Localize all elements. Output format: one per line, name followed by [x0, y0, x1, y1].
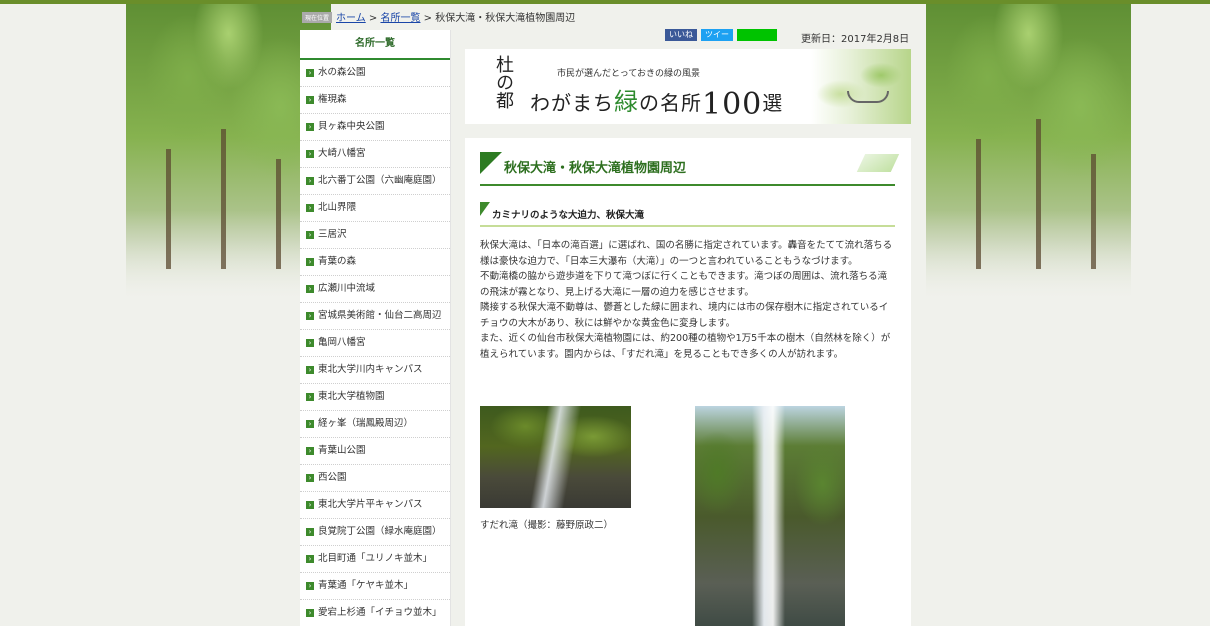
- arrow-bullet-icon: ›: [306, 150, 314, 158]
- sidebar-item[interactable]: › 水の森公園: [300, 60, 450, 87]
- banner-title: わがまち緑の名所100選: [530, 87, 784, 122]
- arrow-bullet-icon: ›: [306, 123, 314, 131]
- sidebar-item[interactable]: › 東北大学川内キャンパス: [300, 357, 450, 384]
- sidebar-item[interactable]: › 北六番丁公園（六幽庵庭園）: [300, 168, 450, 195]
- sidebar-item[interactable]: › 広瀬川中流域: [300, 276, 450, 303]
- line-share-button[interactable]: [737, 29, 777, 41]
- arrow-bullet-icon: ›: [306, 609, 314, 617]
- arrow-bullet-icon: ›: [306, 582, 314, 590]
- photo-caption: すだれ滝（撮影：藤野原政二）: [480, 520, 614, 531]
- sidebar-item[interactable]: › 宮城県美術館・仙台二高周辺: [300, 303, 450, 330]
- updated-date: 更新日：2017年2月8日: [801, 34, 910, 45]
- sidebar-item[interactable]: › 権現森: [300, 87, 450, 114]
- bridge-illustration: [847, 91, 889, 103]
- breadcrumb-separator: >: [365, 13, 381, 24]
- sidebar-item[interactable]: › 大崎八幡宮: [300, 141, 450, 168]
- banner-subtitle: 市民が選んだとっておきの緑の風景: [557, 69, 701, 79]
- arrow-bullet-icon: ›: [306, 96, 314, 104]
- arrow-bullet-icon: ›: [306, 474, 314, 482]
- sidebar-item[interactable]: › 北目町通「ユリノキ並木」: [300, 546, 450, 573]
- page-title: 秋保大滝・秋保大滝植物園周辺: [480, 152, 900, 186]
- header-banner: 杜の都 市民が選んだとっておきの緑の風景 わがまち緑の名所100選: [465, 49, 911, 124]
- sidebar-item[interactable]: › 東北大学植物園: [300, 384, 450, 411]
- tree-trunk: [221, 129, 226, 269]
- sidebar-item[interactable]: › 経ヶ峯（瑞鳳殿周辺）: [300, 411, 450, 438]
- tree-trunk: [976, 139, 981, 269]
- share-buttons: いいね ツイー: [665, 29, 781, 41]
- sidebar-item[interactable]: › 貝ヶ森中央公園: [300, 114, 450, 141]
- banner-scenery-illustration: [811, 49, 911, 124]
- mori-no-miyako-logo: 杜の都: [493, 55, 514, 109]
- arrow-bullet-icon: ›: [306, 528, 314, 536]
- body-text: 秋保大滝は、「日本の滝百選」に選ばれ、国の名勝に指定されています。轟音をたてて流…: [480, 238, 895, 362]
- breadcrumb: 現在位置 ホーム > 名所一覧 > 秋保大滝・秋保大滝植物園周辺: [302, 9, 575, 24]
- sidebar-item[interactable]: › 青葉の森: [300, 249, 450, 276]
- sidebar-item[interactable]: › 青葉通「ケヤキ並木」: [300, 573, 450, 600]
- sidebar-list: › 水の森公園 › 権現森 › 貝ヶ森中央公園 › 大崎八幡宮 › 北六番丁公園（六幽庵庭…: [300, 60, 450, 626]
- section-heading: カミナリのような大迫力、秋保大滝: [480, 202, 895, 227]
- sidebar-item[interactable]: › 愛宕上杉通「イチョウ並木」: [300, 600, 450, 626]
- arrow-bullet-icon: ›: [306, 339, 314, 347]
- facebook-like-button[interactable]: いいね: [665, 29, 697, 41]
- paragraph: また、近くの仙台市秋保大滝植物園には、約200種の植物や1万5千本の樹木（自然林…: [480, 333, 891, 360]
- breadcrumb-current: 秋保大滝・秋保大滝植物園周辺: [435, 13, 576, 24]
- paragraph: 不動滝橋の脇から遊歩道を下りて滝つぼに行くこともできます。滝つぼの周囲は、流れ落…: [480, 271, 888, 298]
- sudare-falls-photo: [480, 406, 631, 508]
- arrow-bullet-icon: ›: [306, 285, 314, 293]
- tree-trunk: [1036, 119, 1041, 269]
- breadcrumb-list-link[interactable]: 名所一覧: [380, 13, 420, 24]
- sidebar-item[interactable]: › 三居沢: [300, 222, 450, 249]
- arrow-bullet-icon: ›: [306, 69, 314, 77]
- sidebar: 名所一覧 › 水の森公園 › 権現森 › 貝ヶ森中央公園 › 大崎八幡宮 › 北六番丁公園…: [300, 30, 451, 626]
- arrow-bullet-icon: ›: [306, 420, 314, 428]
- arrow-bullet-icon: ›: [306, 231, 314, 239]
- sidebar-item[interactable]: › 東北大学片平キャンパス: [300, 492, 450, 519]
- arrow-bullet-icon: ›: [306, 501, 314, 509]
- tree-photo-right: [926, 4, 1131, 299]
- arrow-bullet-icon: ›: [306, 555, 314, 563]
- twitter-tweet-button[interactable]: ツイー: [701, 29, 733, 41]
- title-corner-decoration: [480, 152, 502, 174]
- breadcrumb-home-link[interactable]: ホーム: [336, 13, 366, 24]
- arrow-bullet-icon: ›: [306, 447, 314, 455]
- arrow-bullet-icon: ›: [306, 204, 314, 212]
- paragraph: 秋保大滝は、「日本の滝百選」に選ばれ、国の名勝に指定されています。轟音をたてて流…: [480, 240, 893, 267]
- tree-trunk: [1091, 154, 1096, 269]
- heading-corner-decoration: [480, 202, 490, 216]
- sidebar-heading: 名所一覧: [300, 30, 450, 60]
- arrow-bullet-icon: ›: [306, 312, 314, 320]
- paragraph: 隣接する秋保大滝不動尊は、鬱蒼とした緑に囲まれ、境内には市の保存樹木に指定されて…: [480, 302, 889, 329]
- akiu-great-falls-photo: [695, 406, 845, 626]
- arrow-bullet-icon: ›: [306, 258, 314, 266]
- sidebar-item[interactable]: › 良覚院丁公園（緑水庵庭園）: [300, 519, 450, 546]
- sidebar-item[interactable]: › 亀岡八幡宮: [300, 330, 450, 357]
- sidebar-item[interactable]: › 青葉山公園: [300, 438, 450, 465]
- breadcrumb-separator: >: [420, 13, 436, 24]
- location-label: 現在位置: [302, 12, 333, 23]
- arrow-bullet-icon: ›: [306, 177, 314, 185]
- sidebar-item[interactable]: › 北山界隈: [300, 195, 450, 222]
- arrow-bullet-icon: ›: [306, 366, 314, 374]
- tree-trunk: [166, 149, 171, 269]
- sidebar-item[interactable]: › 西公園: [300, 465, 450, 492]
- tree-trunk: [276, 159, 281, 269]
- arrow-bullet-icon: ›: [306, 393, 314, 401]
- main-content: 秋保大滝・秋保大滝植物園周辺 カミナリのような大迫力、秋保大滝 秋保大滝は、「日…: [465, 138, 911, 626]
- leaf-decoration: [856, 154, 900, 172]
